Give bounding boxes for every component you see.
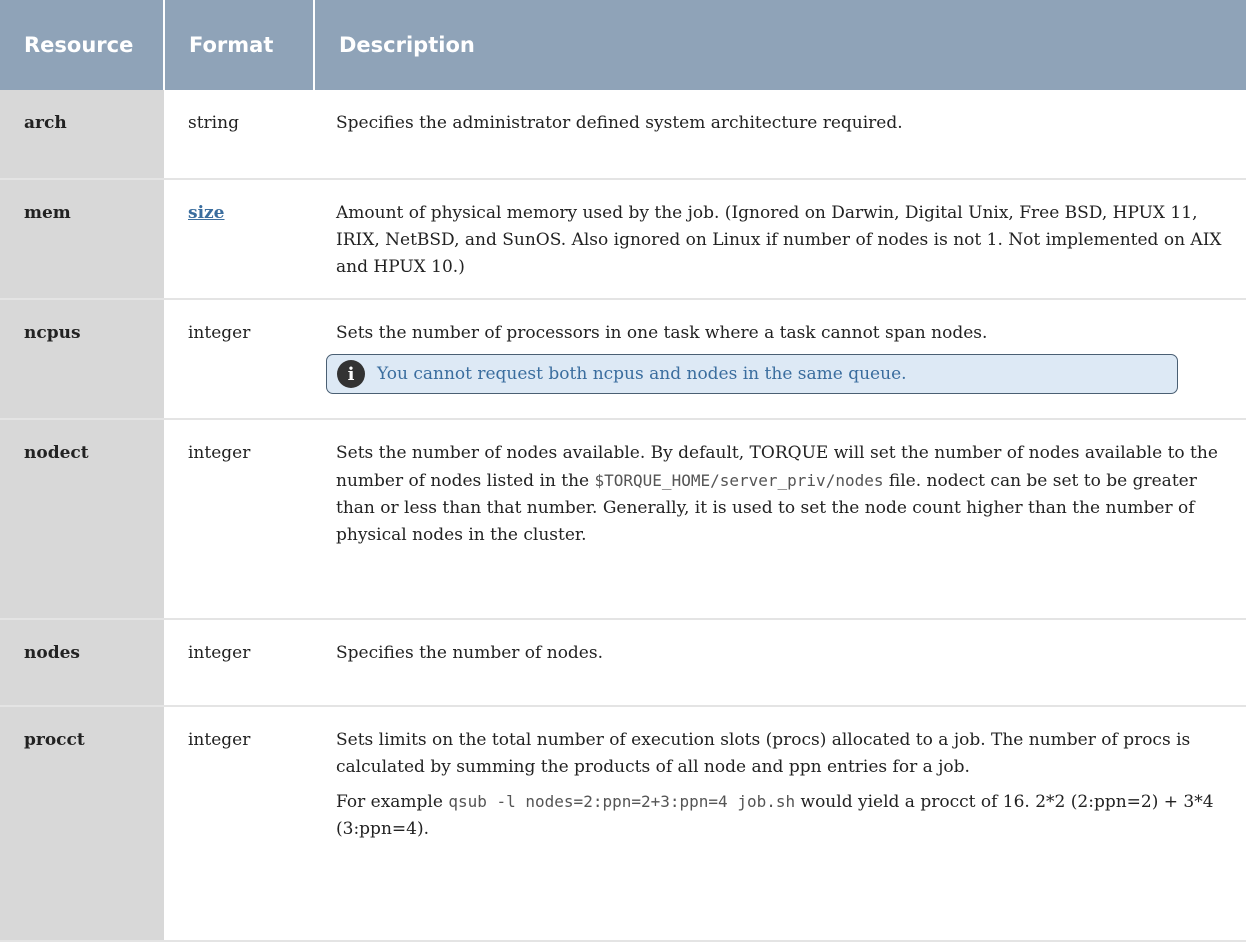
nodes-file-path: $TORQUE_HOME/server_priv/nodes [594, 471, 884, 490]
table-row: procct integer Sets limits on the total … [0, 706, 1246, 942]
header-description: Description [314, 0, 1246, 90]
resource-name: nodect [0, 419, 164, 620]
resource-name: mem [0, 179, 164, 300]
resource-name: nodes [0, 619, 164, 707]
info-icon: i [337, 360, 365, 388]
resource-description: Specifies the administrator defined syst… [314, 90, 1246, 180]
resource-description: Sets the number of nodes available. By d… [314, 419, 1246, 620]
table-row: mem size Amount of physical memory used … [0, 179, 1246, 300]
resource-name: procct [0, 706, 164, 942]
resource-format: integer [164, 619, 314, 707]
example-command: qsub -l nodes=2:ppn=2+3:ppn=4 job.sh [448, 792, 796, 811]
header-row: Resource Format Description [0, 0, 1246, 90]
header-format: Format [164, 0, 315, 90]
resource-format: integer [164, 299, 314, 420]
resource-format: integer [164, 419, 314, 620]
resource-description: Specifies the number of nodes. [314, 619, 1246, 707]
size-link[interactable]: size [188, 203, 225, 223]
resource-name: arch [0, 90, 164, 180]
resource-table: Resource Format Description arch string … [0, 0, 1246, 942]
table-row: arch string Specifies the administrator … [0, 90, 1246, 180]
resource-format: integer [164, 706, 314, 942]
resource-format: string [164, 90, 314, 180]
table-row: ncpus integer Sets the number of process… [0, 299, 1246, 420]
description-text: Sets the number of processors in one tas… [336, 323, 988, 343]
description-text: Amount of physical memory used by the jo… [336, 203, 1222, 277]
resource-description: Amount of physical memory used by the jo… [314, 179, 1246, 300]
resource-description: Sets limits on the total number of execu… [314, 706, 1246, 942]
table-row: nodes integer Specifies the number of no… [0, 619, 1246, 707]
example-text: For example qsub -l nodes=2:ppn=2+3:ppn=… [336, 788, 1224, 843]
example-part-1: For example [336, 792, 443, 812]
description-text: Specifies the administrator defined syst… [336, 113, 903, 133]
resource-description: Sets the number of processors in one tas… [314, 299, 1246, 420]
resource-format: size [164, 179, 314, 300]
note-text: You cannot request both ncpus and nodes … [377, 363, 907, 384]
resource-name: ncpus [0, 299, 164, 420]
header-resource: Resource [0, 0, 165, 90]
description-text: Specifies the number of nodes. [336, 643, 603, 663]
description-text: Sets the number of nodes available. By d… [336, 440, 1224, 549]
note-box: i You cannot request both ncpus and node… [326, 354, 1178, 394]
description-text: Sets limits on the total number of execu… [336, 730, 1191, 777]
table-row: nodect integer Sets the number of nodes … [0, 419, 1246, 620]
